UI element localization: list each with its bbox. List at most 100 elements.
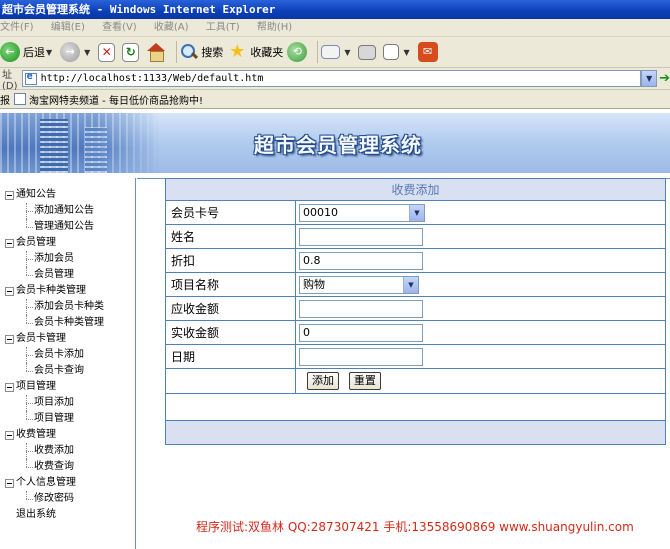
- tree-node-member[interactable]: 会员管理: [0, 235, 135, 251]
- item-name-label: 项目名称: [165, 272, 296, 297]
- print-button[interactable]: [358, 44, 379, 60]
- collapse-icon[interactable]: [5, 191, 14, 200]
- taobao-link[interactable]: 淘宝网特卖频道 - 每日低价商品抢购中!: [29, 92, 203, 107]
- tree-node-label: 个人信息管理: [16, 477, 76, 488]
- collapse-icon[interactable]: [5, 431, 14, 440]
- sidebar-item-logout[interactable]: 退出系统: [0, 507, 135, 523]
- sidebar-item-add-card[interactable]: 会员卡添加: [0, 347, 135, 363]
- chevron-down-icon[interactable]: ▼: [84, 48, 90, 57]
- back-button[interactable]: ← 后退 ▼: [0, 42, 56, 62]
- tree-node-charge[interactable]: 收费管理: [0, 427, 135, 443]
- card-no-label: 会员卡号: [165, 200, 296, 225]
- form-caption: 收费添加: [165, 178, 666, 201]
- tree-node-card-type[interactable]: 会员卡种类管理: [0, 283, 135, 299]
- edit-icon: [383, 44, 400, 60]
- forward-arrow-icon: →: [60, 42, 81, 62]
- messenger-button[interactable]: ✉: [417, 42, 441, 62]
- discount-label: 折扣: [165, 248, 296, 273]
- received-input[interactable]: 0: [299, 323, 423, 342]
- chevron-down-icon[interactable]: ▼: [344, 48, 350, 57]
- chevron-down-icon[interactable]: ▼: [46, 48, 52, 57]
- menu-help[interactable]: 帮助(H): [257, 19, 292, 37]
- mail-button[interactable]: ▼: [321, 45, 354, 59]
- tree-group-charge: 收费管理 收费添加 收费查询: [0, 427, 135, 475]
- sidebar-item-add-notice[interactable]: 添加通知公告: [0, 203, 135, 219]
- name-label: 姓名: [165, 224, 296, 249]
- links-bar: 报 淘宝网特卖频道 - 每日低价商品抢购中!: [0, 90, 670, 109]
- menu-bar: 文件(F) 编辑(E) 查看(V) 收藏(A) 工具(T) 帮助(H): [0, 19, 670, 37]
- menu-edit[interactable]: 编辑(E): [51, 19, 85, 37]
- tree-node-notice[interactable]: 通知公告: [0, 187, 135, 203]
- date-input[interactable]: [299, 347, 423, 366]
- refresh-button[interactable]: ↻: [122, 42, 142, 62]
- tree-group-notice: 通知公告 添加通知公告 管理通知公告: [0, 187, 135, 235]
- collapse-icon[interactable]: [5, 479, 14, 488]
- address-dropdown[interactable]: ▼: [641, 70, 658, 87]
- add-button[interactable]: 添加: [307, 372, 339, 390]
- tree-node-card[interactable]: 会员卡管理: [0, 331, 135, 347]
- star-icon: ★: [229, 41, 246, 62]
- sidebar-menu: 通知公告 添加通知公告 管理通知公告 会员管理 添加会员 会员管理 会员卡种类管…: [0, 178, 136, 549]
- card-no-select[interactable]: 00010 ▼: [299, 203, 425, 222]
- tree-group-profile: 个人信息管理 修改密码: [0, 475, 135, 507]
- charge-add-form: 收费添加 会员卡号 00010 ▼ 姓名 折扣 0.8 项目名称 购物 ▼ 应收…: [165, 178, 666, 445]
- reset-button[interactable]: 重置: [348, 372, 381, 390]
- tree-node-label: 会员卡管理: [16, 333, 66, 344]
- button-row-spacer: [165, 368, 296, 394]
- sidebar-item-add-member[interactable]: 添加会员: [0, 251, 135, 267]
- stop-button[interactable]: ✕: [98, 42, 118, 62]
- sidebar-item-add-card-type[interactable]: 添加会员卡种类: [0, 299, 135, 315]
- favorites-button[interactable]: ★ 收藏夹: [227, 42, 283, 62]
- chevron-down-icon[interactable]: ▼: [403, 48, 409, 57]
- sidebar-item-add-project[interactable]: 项目添加: [0, 395, 135, 411]
- menu-tools[interactable]: 工具(T): [206, 19, 240, 37]
- menu-favorites[interactable]: 收藏(A): [154, 19, 189, 37]
- menu-view[interactable]: 查看(V): [102, 19, 137, 37]
- toolbar-divider: [317, 41, 319, 63]
- sidebar-item-manage-notice[interactable]: 管理通知公告: [0, 219, 135, 235]
- address-input[interactable]: http://localhost:1133/Web/default.htm: [21, 70, 642, 87]
- tree-node-label: 会员卡种类管理: [16, 285, 86, 296]
- sidebar-item-manage-project[interactable]: 项目管理: [0, 411, 135, 427]
- chevron-down-icon[interactable]: ▼: [403, 276, 418, 293]
- forward-button[interactable]: → ▼: [60, 42, 94, 62]
- sidebar-item-manage-card-type[interactable]: 会员卡种类管理: [0, 315, 135, 331]
- discount-input[interactable]: 0.8: [299, 251, 423, 270]
- card-no-value: 00010: [303, 205, 338, 219]
- chevron-down-icon[interactable]: ▼: [409, 204, 424, 221]
- credit-text: 程序测试:双鱼林 QQ:287307421 手机:13558690869 www…: [196, 520, 634, 534]
- search-button[interactable]: 搜索: [180, 43, 223, 61]
- tree-node-project[interactable]: 项目管理: [0, 379, 135, 395]
- menu-file[interactable]: 文件(F): [0, 19, 34, 37]
- collapse-icon[interactable]: [5, 335, 14, 344]
- sidebar-item-add-charge[interactable]: 收费添加: [0, 443, 135, 459]
- home-button[interactable]: [146, 43, 169, 62]
- sidebar-item-manage-member[interactable]: 会员管理: [0, 267, 135, 283]
- tree-node-profile[interactable]: 个人信息管理: [0, 475, 135, 491]
- link-page-icon: [14, 93, 26, 105]
- edit-button[interactable]: ▼: [383, 44, 413, 60]
- favorites-label: 收藏夹: [250, 46, 284, 59]
- search-label: 搜索: [201, 46, 224, 59]
- collapse-icon[interactable]: [5, 287, 14, 296]
- receivable-input[interactable]: [299, 299, 423, 318]
- go-arrow-icon[interactable]: ➔: [659, 71, 670, 86]
- tree-node-label: 项目管理: [16, 381, 56, 392]
- building-graphic: [0, 113, 160, 173]
- item-name-select[interactable]: 购物 ▼: [299, 275, 419, 294]
- back-label: 后退: [23, 46, 45, 59]
- collapse-icon[interactable]: [5, 383, 14, 392]
- sidebar-item-query-card[interactable]: 会员卡查询: [0, 363, 135, 379]
- tree-node-label: 通知公告: [16, 189, 56, 200]
- tree-group-card-type: 会员卡种类管理 添加会员卡种类 会员卡种类管理: [0, 283, 135, 331]
- form-blank-row: [165, 393, 666, 421]
- name-input[interactable]: [299, 227, 423, 246]
- sidebar-item-change-password[interactable]: 修改密码: [0, 491, 135, 507]
- tree-node-label: 收费管理: [16, 429, 56, 440]
- stop-icon: ✕: [98, 42, 116, 62]
- printer-icon: [358, 44, 377, 60]
- history-button[interactable]: ⟲: [287, 42, 310, 62]
- sidebar-item-query-charge[interactable]: 收费查询: [0, 459, 135, 475]
- collapse-icon[interactable]: [5, 239, 14, 248]
- toolbar-divider: [176, 41, 178, 63]
